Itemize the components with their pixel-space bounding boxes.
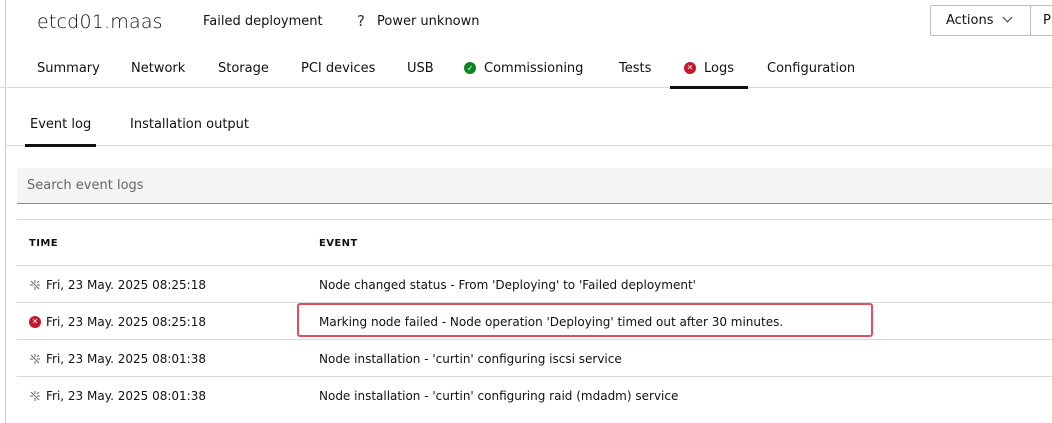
tab-network[interactable]: Network <box>131 48 185 88</box>
tab-logs[interactable]: ✕ Logs <box>670 48 748 89</box>
in-progress-icon <box>30 279 40 290</box>
in-progress-icon <box>30 353 40 364</box>
table-row: Fri, 23 May. 2025 08:01:38 Node installa… <box>17 339 1052 376</box>
column-header-event[interactable]: EVENT <box>319 238 358 249</box>
event-description-cell: Marking node failed - Node operation 'De… <box>319 314 784 329</box>
table-divider <box>17 219 1052 220</box>
table-row: Fri, 23 May. 2025 08:25:18 Node changed … <box>17 265 1052 302</box>
power-unknown-icon: ? <box>357 12 365 30</box>
machine-hostname[interactable]: etcd01.maas <box>37 11 163 33</box>
error-icon: ✕ <box>684 62 696 74</box>
subtab-event-log[interactable]: Event log <box>25 102 97 147</box>
success-icon: ✓ <box>464 62 476 74</box>
tab-configuration[interactable]: Configuration <box>767 48 855 88</box>
power-status[interactable]: Power unknown <box>377 14 480 29</box>
event-time-cell: Fri, 23 May. 2025 08:01:38 <box>29 340 206 377</box>
machine-tabs: Summary Network Storage PCI devices USB … <box>0 48 1052 89</box>
in-progress-icon <box>30 390 40 401</box>
log-subtabs: Event log Installation output <box>5 102 1052 147</box>
event-description-cell: Node installation - 'curtin' configuring… <box>319 351 622 366</box>
table-row: ✕ Fri, 23 May. 2025 08:25:18 Marking nod… <box>17 302 1052 339</box>
actions-dropdown-button[interactable]: Actions <box>930 5 1031 36</box>
power-button[interactable]: P <box>1030 5 1052 36</box>
event-time-cell: Fri, 23 May. 2025 08:01:38 <box>29 377 206 414</box>
actions-label: Actions <box>946 13 994 28</box>
power-button-label: P <box>1043 13 1051 28</box>
event-description-cell: Node installation - 'curtin' configuring… <box>319 388 679 403</box>
event-description-cell: Node changed status - From 'Deploying' t… <box>319 277 696 292</box>
tab-usb[interactable]: USB <box>407 48 434 88</box>
search-event-logs-input[interactable] <box>17 168 1052 204</box>
tab-commissioning[interactable]: ✓ Commissioning <box>464 48 583 88</box>
event-time-cell: Fri, 23 May. 2025 08:25:18 <box>29 266 206 303</box>
column-header-time[interactable]: TIME <box>29 238 58 249</box>
chevron-down-icon <box>1002 12 1012 23</box>
machine-status: Failed deployment <box>203 14 323 29</box>
tab-summary[interactable]: Summary <box>37 48 100 88</box>
error-icon: ✕ <box>29 315 41 328</box>
tab-tests[interactable]: Tests <box>619 48 651 88</box>
tab-pci-devices[interactable]: PCI devices <box>301 48 375 88</box>
table-row: Fri, 23 May. 2025 08:01:38 Node installa… <box>17 376 1052 413</box>
subtab-installation-output[interactable]: Installation output <box>130 102 249 146</box>
tab-storage[interactable]: Storage <box>218 48 269 88</box>
event-time-cell: ✕ Fri, 23 May. 2025 08:25:18 <box>29 303 206 340</box>
